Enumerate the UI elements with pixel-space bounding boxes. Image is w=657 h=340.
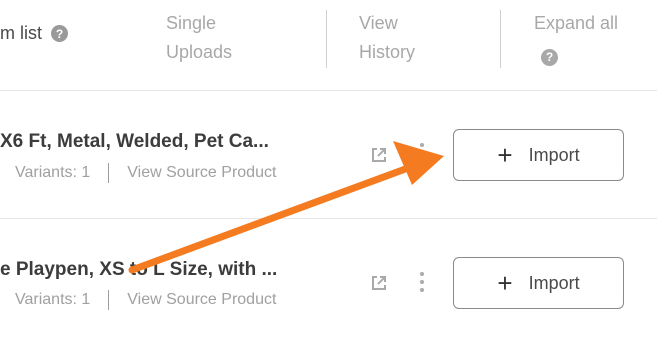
annotation-arrow-icon [128, 141, 444, 274]
